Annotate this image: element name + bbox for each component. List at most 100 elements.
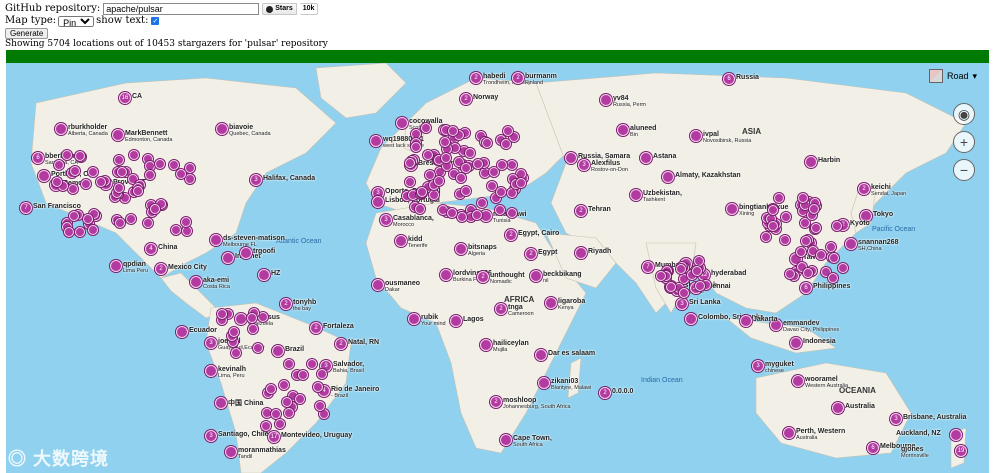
generate-button[interactable]: Generate [5, 28, 49, 39]
map-pin[interactable]: 2 [470, 72, 482, 84]
map-pin[interactable] [205, 365, 217, 377]
map-pin[interactable] [507, 208, 518, 219]
map-pin[interactable] [767, 204, 778, 215]
map-pin[interactable]: 2 [512, 72, 524, 84]
map-pin[interactable]: 6 [723, 73, 735, 85]
map-pin[interactable] [315, 401, 326, 412]
map-pin[interactable]: 2 [335, 338, 347, 350]
map-pin[interactable] [415, 203, 426, 214]
map-pin[interactable]: 3 [752, 360, 764, 372]
map-pin[interactable] [675, 264, 686, 275]
map-pin[interactable]: 7 [20, 202, 32, 214]
map-pin[interactable] [55, 123, 67, 135]
map-pin[interactable] [828, 253, 839, 264]
map-pin[interactable] [96, 176, 107, 187]
map-pin[interactable] [495, 205, 506, 216]
map-pin[interactable] [480, 210, 492, 222]
map-pin[interactable]: 6 [800, 282, 812, 294]
map-pin[interactable]: 2 [505, 229, 517, 241]
map-pin[interactable] [404, 177, 415, 188]
map-pin[interactable] [216, 308, 227, 319]
map-pin[interactable]: 3 [578, 159, 590, 171]
map-pin[interactable] [68, 211, 79, 222]
map-pin[interactable] [808, 204, 819, 215]
map-pin[interactable] [516, 177, 527, 188]
github-stars-widget[interactable]: Stars 10k [262, 3, 319, 15]
map-pin[interactable] [784, 268, 795, 279]
map-pin[interactable] [230, 347, 241, 358]
map-pin[interactable]: 2 [490, 396, 502, 408]
map-pin[interactable]: 2 [310, 322, 322, 334]
map-pin[interactable] [845, 238, 857, 250]
zoom-out-button[interactable]: − [953, 159, 975, 181]
map-pin[interactable] [395, 235, 407, 247]
map-pin[interactable] [258, 311, 269, 322]
maptype-select[interactable]: Pin [58, 15, 95, 27]
map-pin[interactable] [693, 255, 704, 266]
map-pin[interactable] [70, 165, 81, 176]
map-pin[interactable] [447, 125, 458, 136]
map-pin[interactable]: 3 [250, 174, 262, 186]
map-pin[interactable] [832, 220, 843, 231]
map-pin[interactable] [112, 129, 124, 141]
map-pin[interactable] [450, 315, 462, 327]
map-pin[interactable] [695, 280, 705, 291]
map-pin[interactable] [482, 138, 493, 149]
map-pin[interactable]: 7 [642, 261, 654, 273]
map-pin[interactable] [439, 137, 450, 148]
map-pin[interactable] [800, 235, 811, 246]
map-pin[interactable]: 2 [155, 263, 167, 275]
world-map[interactable]: Road ▾ ◉ + − Atlantic Ocean Pacific Ocea… [6, 63, 989, 473]
map-pin[interactable] [87, 166, 98, 177]
map-pin[interactable] [63, 227, 74, 238]
map-pin[interactable] [246, 312, 257, 323]
map-pin[interactable] [235, 313, 247, 325]
map-pin[interactable] [815, 249, 826, 260]
map-pin[interactable] [114, 183, 125, 194]
map-pin[interactable]: 2 [575, 205, 587, 217]
map-pin[interactable] [405, 158, 416, 168]
map-pin[interactable] [74, 150, 85, 161]
map-pin[interactable] [774, 193, 785, 204]
map-pin[interactable] [295, 394, 306, 405]
map-pin[interactable] [306, 358, 317, 369]
map-pin[interactable] [832, 402, 844, 414]
map-pin[interactable] [81, 179, 92, 190]
map-pin[interactable]: 19 [955, 445, 967, 457]
zoom-in-button[interactable]: + [953, 131, 975, 153]
map-pin[interactable]: 2 [460, 93, 472, 105]
map-pin[interactable] [656, 271, 666, 282]
map-pin[interactable] [110, 260, 122, 272]
map-pin[interactable] [792, 375, 804, 387]
map-pin[interactable] [640, 152, 652, 164]
map-pin[interactable] [488, 167, 499, 178]
showtext-checkbox[interactable]: ✓ [151, 17, 160, 25]
map-pin[interactable] [617, 124, 629, 136]
map-pin[interactable] [171, 225, 182, 236]
map-pin[interactable] [240, 247, 252, 259]
repo-input[interactable] [103, 3, 260, 15]
map-pin[interactable] [530, 270, 542, 282]
map-pin[interactable] [283, 359, 294, 370]
map-pin[interactable] [67, 183, 78, 194]
map-pin[interactable] [679, 287, 690, 298]
map-pin[interactable] [497, 160, 508, 171]
map-pin[interactable] [143, 217, 154, 228]
map-pin[interactable] [600, 94, 612, 106]
map-pin[interactable] [506, 187, 517, 198]
map-pin[interactable] [423, 150, 434, 161]
map-pin[interactable] [271, 408, 282, 419]
map-pin[interactable] [780, 212, 791, 223]
map-pin[interactable] [155, 158, 166, 169]
map-pin[interactable] [416, 186, 427, 197]
map-pin[interactable]: 3 [205, 337, 217, 349]
map-pin[interactable] [145, 160, 156, 171]
map-pin[interactable]: 2 [525, 248, 537, 260]
map-pin[interactable] [797, 193, 808, 204]
map-pin[interactable] [176, 169, 187, 180]
map-pin[interactable] [83, 214, 94, 225]
map-pin[interactable] [795, 246, 806, 257]
map-pin[interactable] [780, 234, 791, 245]
map-pin[interactable] [74, 226, 85, 237]
map-pin[interactable] [169, 159, 180, 170]
